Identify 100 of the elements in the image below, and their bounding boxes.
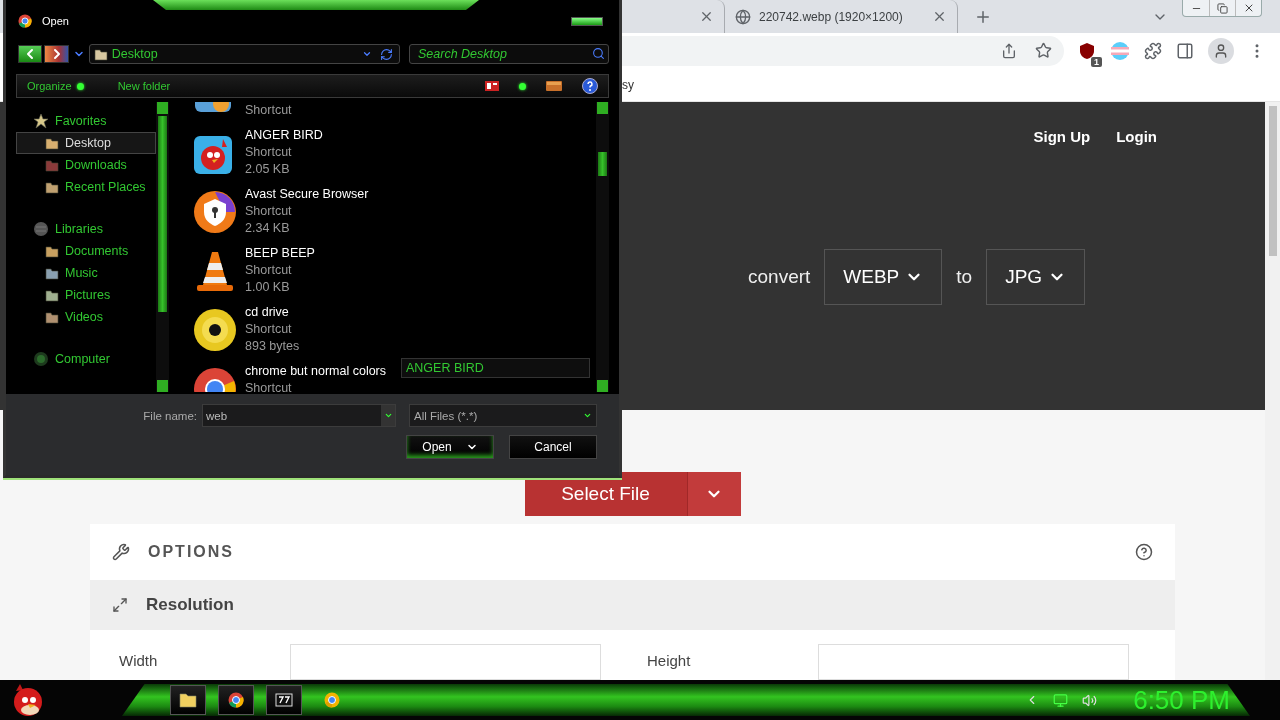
expand-icon [112,597,128,613]
tree-item[interactable]: Computer [16,348,156,370]
view-icon[interactable] [485,81,499,91]
scrollbar[interactable] [1265,102,1280,680]
file-type: Shortcut [245,380,293,392]
tree-item[interactable]: Pictures [16,284,156,306]
folder-icon [45,310,59,324]
format-select[interactable]: JPG [986,249,1086,305]
field-label: Height [647,651,692,669]
tree-item[interactable]: Recent Places [16,176,156,198]
close-icon[interactable] [699,9,714,24]
share-icon[interactable] [1001,42,1017,59]
library-icon [33,221,49,237]
file-size: 2.05 KB [245,161,291,178]
bookmark-star-icon[interactable] [1035,42,1052,59]
options-title: OPTIONS [148,543,234,561]
dropdown-button[interactable] [381,405,395,426]
file-name[interactable]: cd drive [245,304,300,321]
help-icon[interactable] [582,78,598,94]
tree-item[interactable]: Videos [16,306,156,328]
nav-link[interactable]: Sign Up [1033,128,1091,145]
convert-label: convert [748,266,811,288]
side-panel-icon[interactable] [1176,41,1194,60]
toolbar-button[interactable]: New folder [117,80,171,92]
help-icon[interactable] [1135,543,1153,561]
folder-icon [45,244,59,258]
shield-icon[interactable] [1078,41,1096,60]
extension-badge: 1 [1091,56,1102,67]
browser-logo-icon [324,692,340,708]
file-name-label: File name: [143,409,197,422]
file-type: Shortcut [245,262,293,279]
dialog-title: Open [42,15,69,27]
caret-icon[interactable] [362,49,372,59]
folder-icon [45,288,59,302]
to-label: to [956,266,973,288]
select-file-button[interactable]: Select File [524,472,741,516]
disc-icon [193,308,237,352]
file-type: Shortcut [245,102,292,119]
file-size: 1.00 KB [245,279,291,296]
file-name[interactable]: BEEP BEEP [245,245,315,262]
volume-icon[interactable] [1082,692,1098,708]
extensions-icon[interactable] [1144,41,1162,60]
file-name[interactable]: chrome but normal colors [245,363,387,380]
status-dot [519,82,526,90]
archive-icon [275,693,293,707]
section-title: Resolution [146,595,234,615]
browser-logo-icon [228,692,244,708]
dialog-button[interactable]: Cancel [509,435,597,459]
network-icon[interactable] [1053,692,1069,708]
bird-icon [193,135,233,175]
tree-item[interactable]: Libraries [16,218,156,240]
input-field[interactable] [290,644,601,680]
nav-link[interactable]: Login [1116,128,1157,145]
caret-icon [383,411,393,420]
taskbar-app[interactable] [266,685,302,715]
file-name[interactable]: Avast Secure Browser [245,186,369,203]
scrollbar[interactable] [156,102,169,392]
file-type: Shortcut [245,144,293,161]
star-icon [33,113,49,129]
location-field[interactable]: Desktop [88,44,400,64]
close-icon[interactable] [932,9,947,24]
folder-icon [45,180,59,194]
shield-lock-icon [193,190,237,234]
tree-item[interactable]: Favorites [16,110,156,132]
tree-item[interactable]: Documents [16,240,156,262]
search-icon[interactable] [592,47,605,60]
caret-icon [583,411,592,420]
file-size: 2.34 KB [245,220,291,237]
input-field[interactable] [818,644,1129,680]
profile-avatar[interactable] [1208,37,1234,64]
scrollbar[interactable] [596,102,609,392]
file-name-field[interactable]: web [202,404,396,427]
folder-icon [93,47,108,61]
file-type: Shortcut [245,203,293,220]
format-select[interactable]: WEBP [824,249,943,305]
folder-icon [45,266,59,280]
file-name[interactable]: ANGER BIRD [245,127,323,144]
forward-button[interactable] [44,45,69,63]
tree-item[interactable]: Music [16,262,156,284]
taskbar-app[interactable] [170,685,206,715]
toolbar-button[interactable]: Organize [27,80,84,92]
bookmark-link[interactable]: sy [622,77,634,92]
globe-icon [735,8,751,25]
computer-icon [33,351,49,367]
back-button[interactable] [18,45,43,63]
window-button[interactable] [571,16,603,26]
tree-item[interactable]: Desktop [16,132,156,154]
file-type-select[interactable]: All Files (*.*) [409,404,597,427]
folder-icon [45,158,59,172]
dialog-button[interactable]: Open [406,435,494,459]
folder-icon [45,136,59,150]
taskbar-app[interactable] [218,685,254,715]
tree-item[interactable]: Downloads [16,154,156,176]
refresh-icon[interactable] [380,47,393,61]
folder-icon [179,692,197,708]
restore-icon[interactable] [1217,2,1228,14]
wrench-icon [112,543,130,561]
field-label: Width [119,651,159,669]
search-field[interactable]: Search Desktop [409,44,609,64]
file-size: 893 bytes [245,338,300,355]
